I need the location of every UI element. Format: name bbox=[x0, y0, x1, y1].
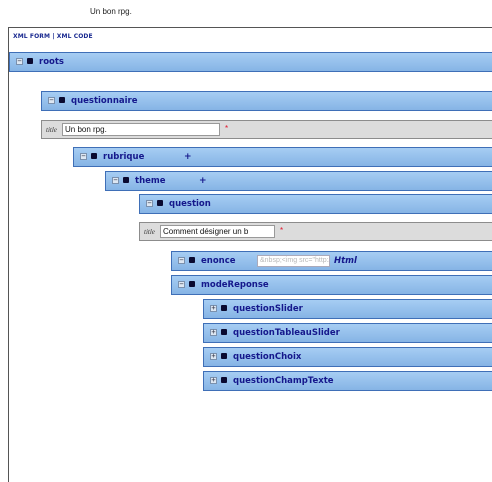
expand-toggle-icon[interactable]: + bbox=[210, 353, 217, 360]
add-theme-button[interactable]: + bbox=[199, 176, 207, 186]
element-icon bbox=[221, 305, 227, 311]
node-roots[interactable]: − roots bbox=[9, 52, 492, 72]
node-label: questionChoix bbox=[233, 352, 302, 362]
collapse-toggle-icon[interactable]: − bbox=[178, 257, 185, 264]
node-questionChampTexte[interactable]: + questionChampTexte bbox=[203, 371, 492, 391]
view-tabs: XML FORM | XML CODE bbox=[13, 33, 93, 40]
required-marker: * bbox=[280, 226, 284, 235]
tab-xml-form[interactable]: XML FORM bbox=[13, 33, 50, 40]
node-label: question bbox=[169, 199, 211, 209]
element-icon bbox=[221, 329, 227, 335]
collapse-toggle-icon[interactable]: − bbox=[112, 177, 119, 184]
add-rubrique-button[interactable]: + bbox=[184, 152, 192, 162]
node-label: questionnaire bbox=[71, 96, 138, 106]
element-icon bbox=[189, 281, 195, 287]
collapse-toggle-icon[interactable]: − bbox=[48, 97, 55, 104]
element-icon bbox=[59, 97, 65, 103]
tab-xml-code[interactable]: XML CODE bbox=[57, 33, 93, 40]
node-questionChoix[interactable]: + questionChoix bbox=[203, 347, 492, 367]
element-icon bbox=[123, 177, 129, 183]
expand-toggle-icon[interactable]: + bbox=[210, 305, 217, 312]
attribute-label: title bbox=[46, 126, 57, 134]
node-enonce[interactable]: − enonce &nbsp;<img src="http://v Html bbox=[171, 251, 492, 271]
node-questionTableauSlider[interactable]: + questionTableauSlider bbox=[203, 323, 492, 343]
node-label: questionSlider bbox=[233, 304, 303, 314]
expand-toggle-icon[interactable]: + bbox=[210, 329, 217, 336]
expand-toggle-icon[interactable]: + bbox=[210, 377, 217, 384]
page-title: Un bon rpg. bbox=[90, 7, 132, 16]
collapse-toggle-icon[interactable]: − bbox=[146, 200, 153, 207]
title-input[interactable]: Un bon rpg. bbox=[62, 123, 220, 136]
collapse-toggle-icon[interactable]: − bbox=[178, 281, 185, 288]
node-theme[interactable]: − theme + bbox=[105, 171, 492, 191]
node-label: questionChampTexte bbox=[233, 376, 334, 386]
tab-separator: | bbox=[50, 33, 57, 40]
node-label: roots bbox=[39, 57, 64, 67]
element-icon bbox=[221, 353, 227, 359]
node-label: rubrique bbox=[103, 152, 145, 162]
node-label: questionTableauSlider bbox=[233, 328, 340, 338]
title-input[interactable]: Comment désigner un b bbox=[160, 225, 275, 238]
collapse-toggle-icon[interactable]: − bbox=[16, 58, 23, 65]
element-icon bbox=[189, 257, 195, 263]
element-icon bbox=[27, 58, 33, 64]
node-questionnaire[interactable]: − questionnaire bbox=[41, 91, 492, 111]
html-type-label: Html bbox=[334, 256, 357, 266]
enonce-value-input[interactable]: &nbsp;<img src="http://v bbox=[257, 255, 330, 267]
node-label: modeReponse bbox=[201, 280, 269, 290]
node-rubrique[interactable]: − rubrique + bbox=[73, 147, 492, 167]
attribute-label: title bbox=[144, 228, 155, 236]
node-questionSlider[interactable]: + questionSlider bbox=[203, 299, 492, 319]
element-icon bbox=[91, 153, 97, 159]
required-marker: * bbox=[225, 124, 229, 133]
attribute-row-questionnaire-title: title Un bon rpg. * bbox=[41, 120, 492, 139]
xml-editor-frame: XML FORM | XML CODE − roots − questionna… bbox=[8, 27, 492, 482]
node-modeReponse[interactable]: − modeReponse bbox=[171, 275, 492, 295]
node-question[interactable]: − question bbox=[139, 194, 492, 214]
element-icon bbox=[221, 377, 227, 383]
node-label: theme bbox=[135, 176, 166, 186]
collapse-toggle-icon[interactable]: − bbox=[80, 153, 87, 160]
node-label: enonce bbox=[201, 256, 236, 266]
element-icon bbox=[157, 200, 163, 206]
attribute-row-question-title: title Comment désigner un b * bbox=[139, 222, 492, 241]
